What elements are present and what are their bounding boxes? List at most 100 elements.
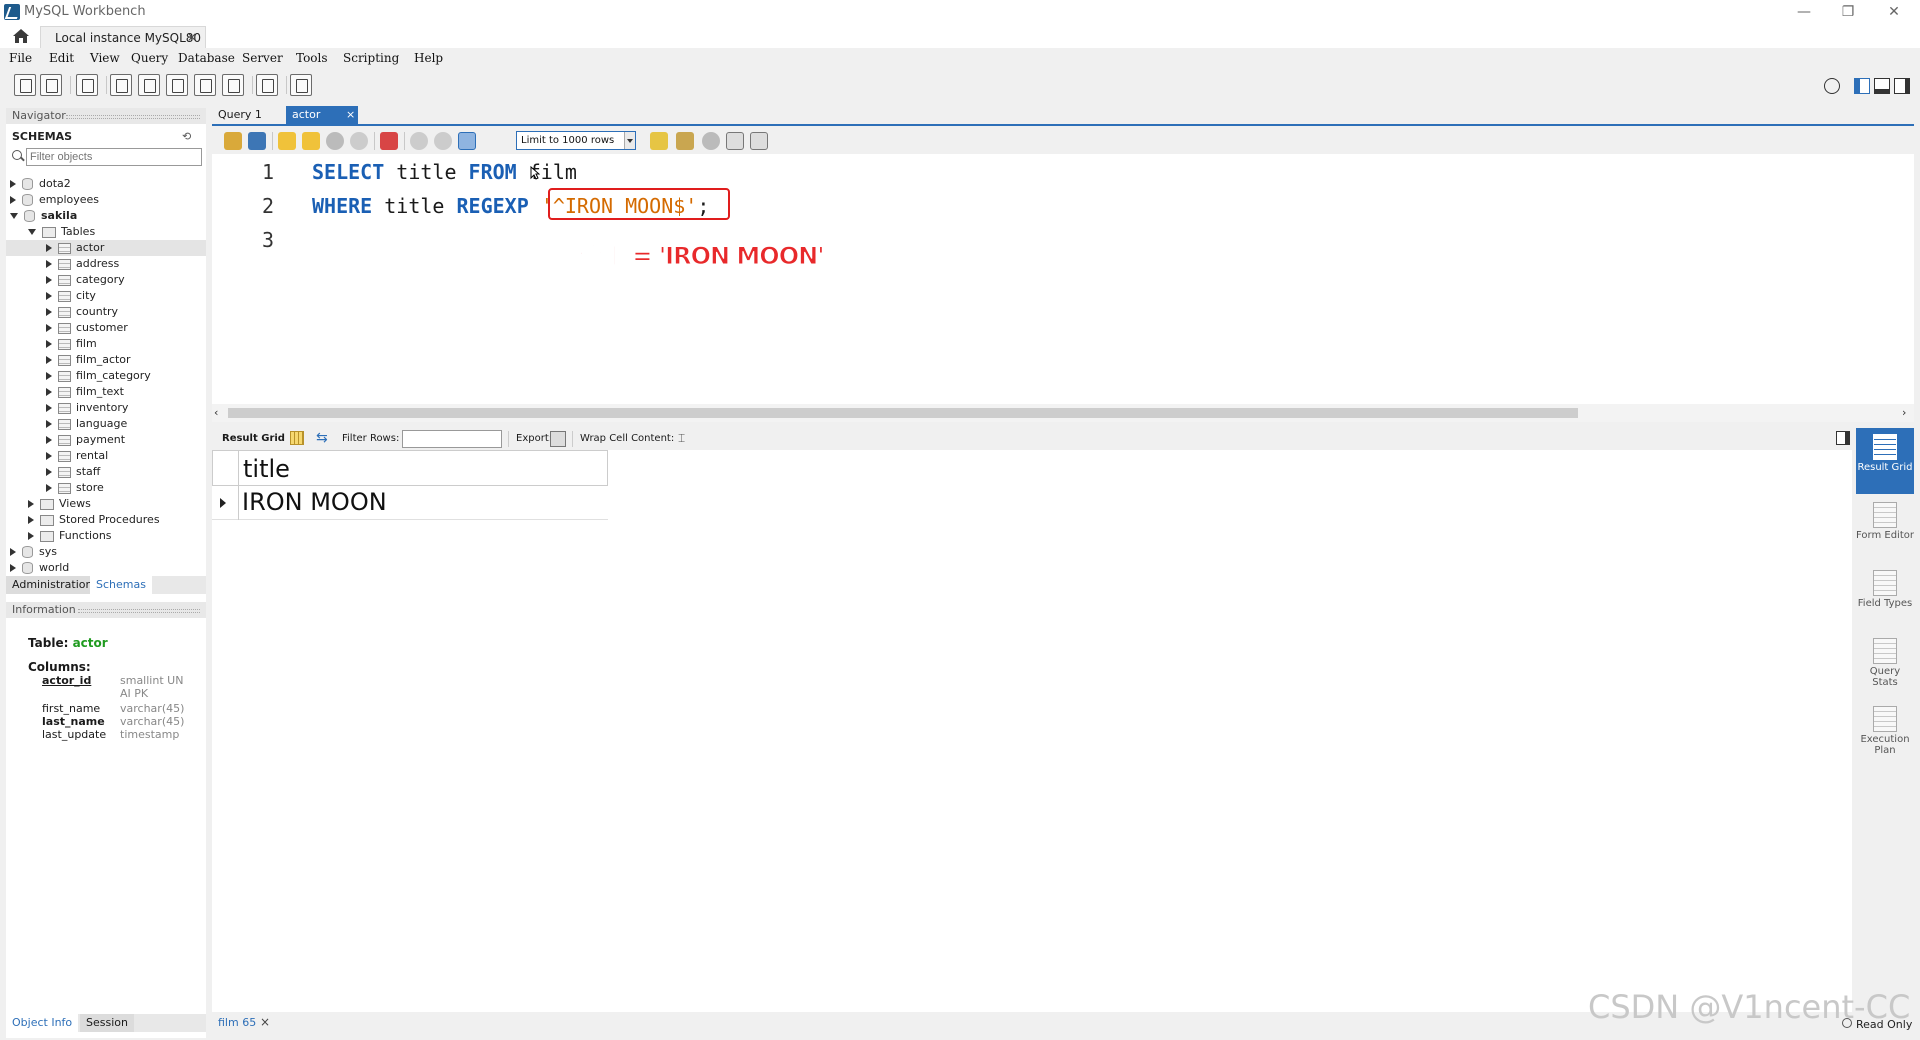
tab-schemas[interactable]: Schemas xyxy=(90,576,152,594)
toggle-output-icon[interactable] xyxy=(1874,78,1890,94)
expand-right-icon[interactable] xyxy=(46,292,52,300)
commit-icon[interactable] xyxy=(410,132,428,150)
menu-file[interactable]: File xyxy=(9,51,32,65)
tab-administration[interactable]: Administration xyxy=(6,576,99,594)
tree-item[interactable]: category xyxy=(6,272,206,288)
expand-right-icon[interactable] xyxy=(10,180,16,188)
save-icon[interactable] xyxy=(248,132,266,150)
tree-item[interactable]: address xyxy=(6,256,206,272)
tree-item[interactable]: customer xyxy=(6,320,206,336)
row-selector-icon[interactable] xyxy=(220,498,226,508)
expand-right-icon[interactable] xyxy=(46,372,52,380)
expand-right-icon[interactable] xyxy=(46,436,52,444)
add-snippet-icon[interactable] xyxy=(650,132,668,150)
expand-right-icon[interactable] xyxy=(46,324,52,332)
table-row[interactable]: IRON MOON xyxy=(212,486,608,520)
tree-item[interactable]: dota2 xyxy=(6,176,206,192)
grid-icon[interactable] xyxy=(290,431,304,445)
execute-current-icon[interactable] xyxy=(302,132,320,150)
refresh-schemas-icon[interactable]: ⟲ xyxy=(182,130,191,143)
tree-item[interactable]: film xyxy=(6,336,206,352)
tree-item[interactable]: film_actor xyxy=(6,352,206,368)
expand-right-icon[interactable] xyxy=(46,388,52,396)
grid-cell[interactable]: IRON MOON xyxy=(242,488,387,516)
tree-item[interactable]: language xyxy=(6,416,206,432)
tab-object-info[interactable]: Object Info xyxy=(6,1014,79,1032)
create-function-icon[interactable] xyxy=(222,74,244,96)
tree-item[interactable]: payment xyxy=(6,432,206,448)
stop-icon[interactable] xyxy=(350,132,368,150)
execute-all-icon[interactable] xyxy=(278,132,296,150)
toggle-secondary-sidebar-icon[interactable] xyxy=(1894,78,1910,94)
filter-objects-input[interactable] xyxy=(26,148,202,166)
toggle-result-panel-icon[interactable] xyxy=(1836,431,1850,445)
limit-rows-select[interactable]: Limit to 1000 rows xyxy=(516,131,636,150)
tree-item[interactable]: Functions xyxy=(6,528,206,544)
rollback-icon[interactable] xyxy=(434,132,452,150)
menu-database[interactable]: Database xyxy=(178,51,235,65)
form-editor-button[interactable]: Form Editor xyxy=(1856,496,1914,562)
wrap-cell-icon[interactable]: ⌶ xyxy=(678,431,685,446)
search-table-data-icon[interactable] xyxy=(256,74,278,96)
tree-item[interactable]: actor xyxy=(6,240,206,256)
scroll-right-icon[interactable]: › xyxy=(1902,406,1906,419)
word-wrap-icon[interactable] xyxy=(750,132,768,150)
execution-plan-button[interactable]: Execution Plan xyxy=(1856,700,1914,766)
tree-item[interactable]: rental xyxy=(6,448,206,464)
menu-help[interactable]: Help xyxy=(414,51,443,65)
stop-on-error-icon[interactable] xyxy=(380,132,398,150)
tree-item[interactable]: store xyxy=(6,480,206,496)
restore-button[interactable]: ❐ xyxy=(1834,2,1862,22)
expand-right-icon[interactable] xyxy=(46,404,52,412)
result-tab-close-icon[interactable]: × xyxy=(260,1015,270,1029)
home-icon[interactable] xyxy=(12,28,30,44)
expand-right-icon[interactable] xyxy=(28,532,34,540)
expand-right-icon[interactable] xyxy=(46,452,52,460)
tree-item[interactable]: Tables xyxy=(6,224,206,240)
tree-item[interactable]: inventory xyxy=(6,400,206,416)
expand-right-icon[interactable] xyxy=(46,276,52,284)
explain-icon[interactable] xyxy=(326,132,344,150)
tree-item[interactable]: city xyxy=(6,288,206,304)
result-grid-view-button[interactable]: Result Grid xyxy=(1856,428,1914,494)
field-types-button[interactable]: Field Types xyxy=(1856,564,1914,630)
tree-item[interactable]: world xyxy=(6,560,206,576)
filter-rows-input[interactable] xyxy=(402,430,502,448)
invisible-chars-icon[interactable] xyxy=(726,132,744,150)
open-file-icon[interactable] xyxy=(224,132,242,150)
expand-right-icon[interactable] xyxy=(46,356,52,364)
tree-item[interactable]: sakila xyxy=(6,208,206,224)
expand-right-icon[interactable] xyxy=(46,308,52,316)
create-schema-icon[interactable] xyxy=(110,74,132,96)
beautify-icon[interactable] xyxy=(676,132,694,150)
create-table-icon[interactable] xyxy=(138,74,160,96)
minimize-button[interactable]: — xyxy=(1790,2,1818,22)
expand-right-icon[interactable] xyxy=(46,468,52,476)
tab-session[interactable]: Session xyxy=(80,1014,134,1032)
tree-item[interactable]: employees xyxy=(6,192,206,208)
expand-down-icon[interactable] xyxy=(28,229,36,235)
menu-edit[interactable]: Edit xyxy=(49,51,74,65)
menu-scripting[interactable]: Scripting xyxy=(343,51,399,65)
new-sql-tab-icon[interactable] xyxy=(14,74,36,96)
expand-right-icon[interactable] xyxy=(46,244,52,252)
expand-right-icon[interactable] xyxy=(10,196,16,204)
tab-query-1[interactable]: Query 1 xyxy=(212,106,268,124)
find-icon[interactable] xyxy=(702,132,720,150)
sql-editor[interactable]: 1 2 3 SELECT title FROM film WHERE title… xyxy=(212,154,1914,404)
tree-item[interactable]: film_text xyxy=(6,384,206,400)
toggle-sidebar-icon[interactable] xyxy=(1854,78,1870,94)
export-icon[interactable] xyxy=(550,431,566,447)
expand-right-icon[interactable] xyxy=(10,548,16,556)
create-view-icon[interactable] xyxy=(166,74,188,96)
tab-close-icon[interactable]: × xyxy=(346,106,355,124)
scrollbar-thumb[interactable] xyxy=(228,408,1578,418)
expand-down-icon[interactable] xyxy=(10,213,18,219)
query-stats-button[interactable]: Query Stats xyxy=(1856,632,1914,698)
grid-column-header[interactable]: title xyxy=(212,450,608,486)
connection-tab[interactable]: Local instance MySQL80 × xyxy=(40,26,206,48)
expand-right-icon[interactable] xyxy=(28,516,34,524)
reconnect-icon[interactable] xyxy=(290,74,312,96)
create-procedure-icon[interactable] xyxy=(194,74,216,96)
editor-horizontal-scrollbar[interactable]: ‹ › xyxy=(212,404,1914,422)
